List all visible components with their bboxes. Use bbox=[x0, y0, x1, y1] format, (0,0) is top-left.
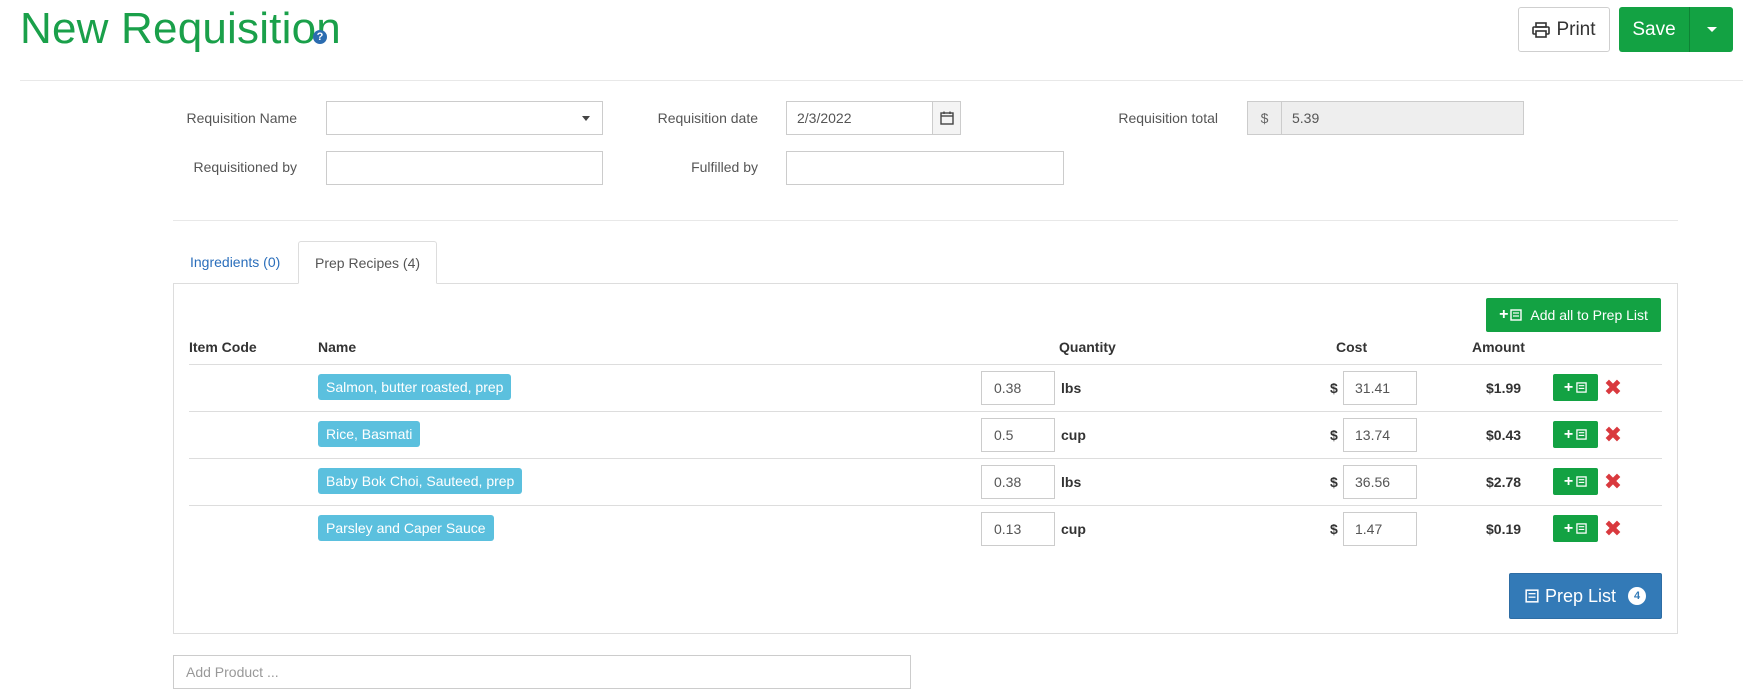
row-divider bbox=[189, 411, 1662, 412]
list-icon bbox=[1525, 589, 1539, 603]
list-icon bbox=[1576, 476, 1587, 487]
fulfilled-by-input[interactable] bbox=[786, 151, 1064, 185]
save-dropdown-toggle[interactable] bbox=[1690, 7, 1733, 52]
unit-label: cup bbox=[1061, 427, 1086, 443]
recipe-name-tag[interactable]: Baby Bok Choi, Sauteed, prep bbox=[318, 468, 523, 494]
page-title: New Requisition bbox=[20, 4, 341, 53]
requisitioned-by-input[interactable] bbox=[326, 151, 603, 185]
recipe-name-tag[interactable]: Salmon, butter roasted, prep bbox=[318, 374, 512, 400]
requisition-total-field: 5.39 bbox=[1281, 101, 1524, 135]
column-header-item-code: Item Code bbox=[189, 339, 257, 355]
help-icon[interactable]: ? bbox=[313, 30, 327, 44]
prep-list-count-badge: 4 bbox=[1628, 587, 1647, 605]
requisition-name-label: Requisition Name bbox=[186, 110, 298, 126]
amount-value: $0.19 bbox=[1486, 521, 1522, 537]
prep-list-label: Prep List bbox=[1544, 585, 1617, 606]
fulfilled-by-label: Fulfilled by bbox=[691, 159, 758, 175]
add-to-list-icon: + bbox=[1499, 307, 1523, 323]
caret-down-icon bbox=[582, 116, 590, 121]
chevron-down-icon bbox=[1706, 27, 1717, 32]
delete-icon[interactable]: ✖ bbox=[1603, 471, 1623, 493]
add-to-prep-list-button[interactable]: + bbox=[1553, 515, 1598, 542]
unit-label: cup bbox=[1061, 521, 1086, 537]
plus-icon: + bbox=[1563, 472, 1574, 490]
unit-label: lbs bbox=[1061, 474, 1082, 490]
add-to-prep-list-button[interactable]: + bbox=[1553, 374, 1598, 401]
currency-addon: $ bbox=[1247, 101, 1282, 135]
row-divider bbox=[189, 364, 1662, 365]
add-product-placeholder: Add Product ... bbox=[186, 664, 279, 680]
cost-input[interactable]: 31.41 bbox=[1343, 371, 1417, 405]
quantity-input[interactable]: 0.5 bbox=[981, 418, 1055, 452]
requisitioned-by-label: Requisitioned by bbox=[193, 159, 297, 175]
row-divider bbox=[189, 505, 1662, 506]
recipe-name-tag[interactable]: Parsley and Caper Sauce bbox=[318, 515, 494, 541]
column-header-quantity: Quantity bbox=[1059, 339, 1116, 355]
add-to-prep-list-button[interactable]: + bbox=[1553, 421, 1598, 448]
delete-icon[interactable]: ✖ bbox=[1603, 424, 1623, 446]
requisition-date-input[interactable]: 2/3/2022 bbox=[786, 101, 933, 135]
add-product-input[interactable]: Add Product ... bbox=[173, 655, 911, 689]
currency-symbol: $ bbox=[1330, 380, 1338, 396]
add-all-to-prep-list-button[interactable]: + Add all to Prep List bbox=[1486, 298, 1661, 332]
quantity-input[interactable]: 0.38 bbox=[981, 465, 1055, 499]
delete-icon[interactable]: ✖ bbox=[1603, 518, 1623, 540]
calendar-button[interactable] bbox=[932, 101, 961, 135]
amount-value: $2.78 bbox=[1486, 474, 1522, 490]
recipe-name-tag[interactable]: Rice, Basmati bbox=[318, 421, 421, 447]
requisition-date-label: Requisition date bbox=[657, 110, 758, 126]
row-divider bbox=[189, 458, 1662, 459]
delete-icon[interactable]: ✖ bbox=[1603, 377, 1623, 399]
quantity-input[interactable]: 0.38 bbox=[981, 371, 1055, 405]
amount-value: $0.43 bbox=[1486, 427, 1522, 443]
column-header-cost: Cost bbox=[1336, 339, 1368, 355]
form-divider bbox=[173, 220, 1678, 221]
requisition-total-label: Requisition total bbox=[1118, 110, 1218, 126]
printer-icon bbox=[1532, 21, 1551, 38]
unit-label: lbs bbox=[1061, 380, 1082, 396]
list-icon bbox=[1576, 523, 1587, 534]
list-icon bbox=[1576, 382, 1587, 393]
print-button[interactable]: Print bbox=[1518, 7, 1610, 52]
save-button[interactable]: Save bbox=[1619, 7, 1690, 52]
currency-symbol: $ bbox=[1330, 474, 1338, 490]
plus-icon: + bbox=[1563, 378, 1574, 396]
column-header-name: Name bbox=[318, 339, 357, 355]
list-icon bbox=[1576, 429, 1587, 440]
amount-value: $1.99 bbox=[1486, 380, 1522, 396]
save-button-group: Save bbox=[1619, 7, 1733, 52]
currency-symbol: $ bbox=[1330, 427, 1338, 443]
plus-icon: + bbox=[1563, 519, 1574, 537]
requisition-total-value: 5.39 bbox=[1292, 110, 1320, 126]
prep-list-button[interactable]: Prep List 4 bbox=[1509, 573, 1662, 619]
currency-symbol: $ bbox=[1330, 521, 1338, 537]
plus-icon: + bbox=[1563, 425, 1574, 443]
calendar-icon bbox=[939, 111, 954, 125]
tab-prep-recipes[interactable]: Prep Recipes (4) bbox=[298, 241, 438, 284]
cost-input[interactable]: 36.56 bbox=[1343, 465, 1417, 499]
header-divider bbox=[20, 80, 1743, 81]
column-header-amount: Amount bbox=[1472, 339, 1525, 355]
cost-input[interactable]: 13.74 bbox=[1343, 418, 1417, 452]
quantity-input[interactable]: 0.13 bbox=[981, 512, 1055, 546]
print-label: Print bbox=[1556, 18, 1596, 40]
add-to-prep-list-button[interactable]: + bbox=[1553, 468, 1598, 495]
cost-input[interactable]: 1.47 bbox=[1343, 512, 1417, 546]
requisition-date-value: 2/3/2022 bbox=[797, 110, 852, 126]
requisition-name-select[interactable] bbox=[326, 101, 603, 135]
tab-ingredients[interactable]: Ingredients (0) bbox=[174, 241, 296, 283]
add-all-label: Add all to Prep List bbox=[1530, 307, 1648, 323]
